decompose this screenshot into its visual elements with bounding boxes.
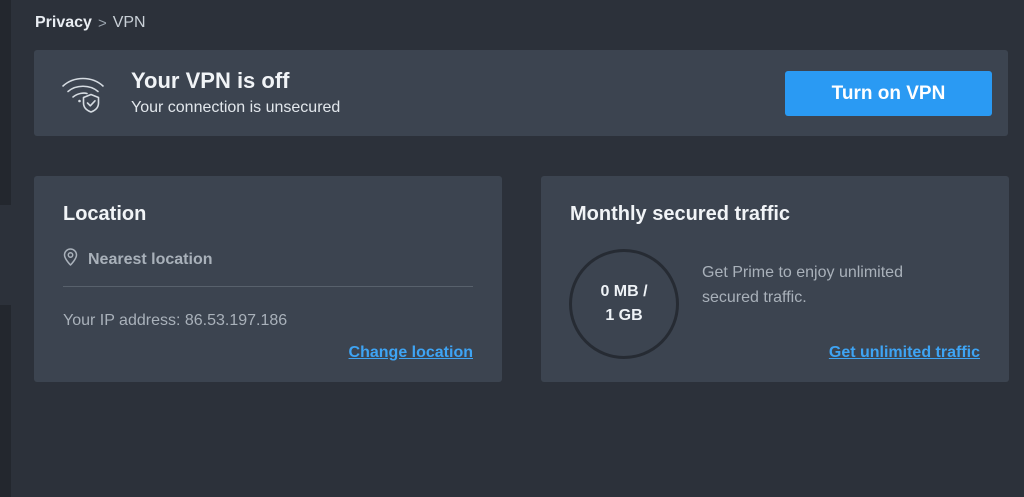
ip-address-text: Your IP address: 86.53.197.186 <box>63 312 288 329</box>
traffic-limit: 1 GB <box>605 307 643 324</box>
location-divider <box>63 286 473 287</box>
traffic-card-title: Monthly secured traffic <box>570 203 791 225</box>
location-card: Location Nearest location Your IP addres… <box>34 176 502 382</box>
map-pin-icon <box>63 248 78 271</box>
traffic-upsell-text: Get Prime to enjoy unlimited secured tra… <box>702 264 903 306</box>
traffic-used: 0 MB / <box>600 283 648 300</box>
traffic-card: Monthly secured traffic 0 MB / 1 GB Get … <box>541 176 1009 382</box>
location-selector[interactable]: Nearest location <box>63 248 212 271</box>
breadcrumb-separator: > <box>97 14 107 32</box>
breadcrumb-vpn: VPN <box>112 14 146 31</box>
side-panel-selection <box>0 205 11 305</box>
change-location-link[interactable]: Change location <box>349 344 473 362</box>
vpn-status-subtitle: Your connection is unsecured <box>131 99 341 116</box>
location-card-title: Location <box>63 203 147 225</box>
wifi-shield-icon <box>60 70 106 116</box>
current-location-label: Nearest location <box>88 250 213 268</box>
get-unlimited-traffic-link[interactable]: Get unlimited traffic <box>829 344 980 362</box>
vpn-status-banner: Your VPN is off Your connection is unsec… <box>34 50 1008 136</box>
breadcrumb: Privacy > VPN <box>35 14 146 32</box>
breadcrumb-privacy[interactable]: Privacy <box>35 14 92 32</box>
turn-on-vpn-button[interactable]: Turn on VPN <box>785 71 992 116</box>
vpn-status-title: Your VPN is off <box>131 68 290 93</box>
traffic-usage-ring: 0 MB / 1 GB <box>569 249 679 359</box>
